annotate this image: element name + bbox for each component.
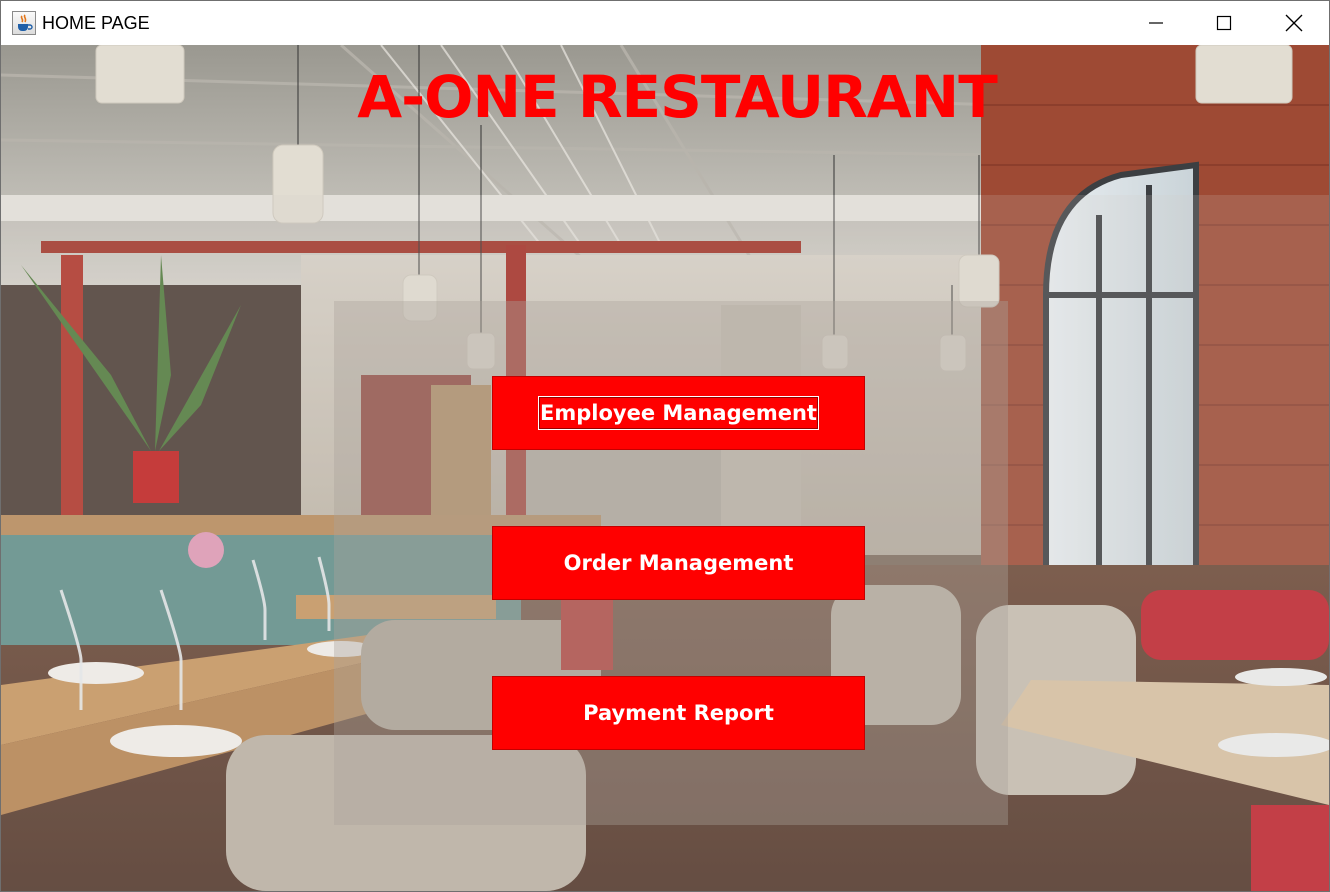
window-title: HOME PAGE xyxy=(42,13,150,33)
minimize-icon xyxy=(1149,22,1163,24)
minimize-button[interactable] xyxy=(1121,1,1191,45)
order-management-button[interactable]: Order Management xyxy=(492,526,865,600)
maximize-icon xyxy=(1216,15,1232,31)
close-icon xyxy=(1285,14,1303,32)
payment-report-button[interactable]: Payment Report xyxy=(492,676,865,750)
order-management-label: Order Management xyxy=(563,551,794,575)
maximize-button[interactable] xyxy=(1189,1,1259,45)
employee-management-button[interactable]: Employee Management xyxy=(492,376,865,450)
java-coffee-cup-icon[interactable] xyxy=(12,11,36,35)
title-bar[interactable]: HOME PAGE xyxy=(1,1,1329,45)
employee-management-label: Employee Management xyxy=(538,396,819,430)
home-page-content: A-ONE RESTAURANT Employee Management Ord… xyxy=(1,45,1329,891)
payment-report-label: Payment Report xyxy=(583,701,774,725)
close-button[interactable] xyxy=(1259,1,1329,45)
page-title: A-ONE RESTAURANT xyxy=(357,63,998,131)
application-window: HOME PAGE A-ONE RESTAURANT Employee Mana… xyxy=(0,0,1330,892)
